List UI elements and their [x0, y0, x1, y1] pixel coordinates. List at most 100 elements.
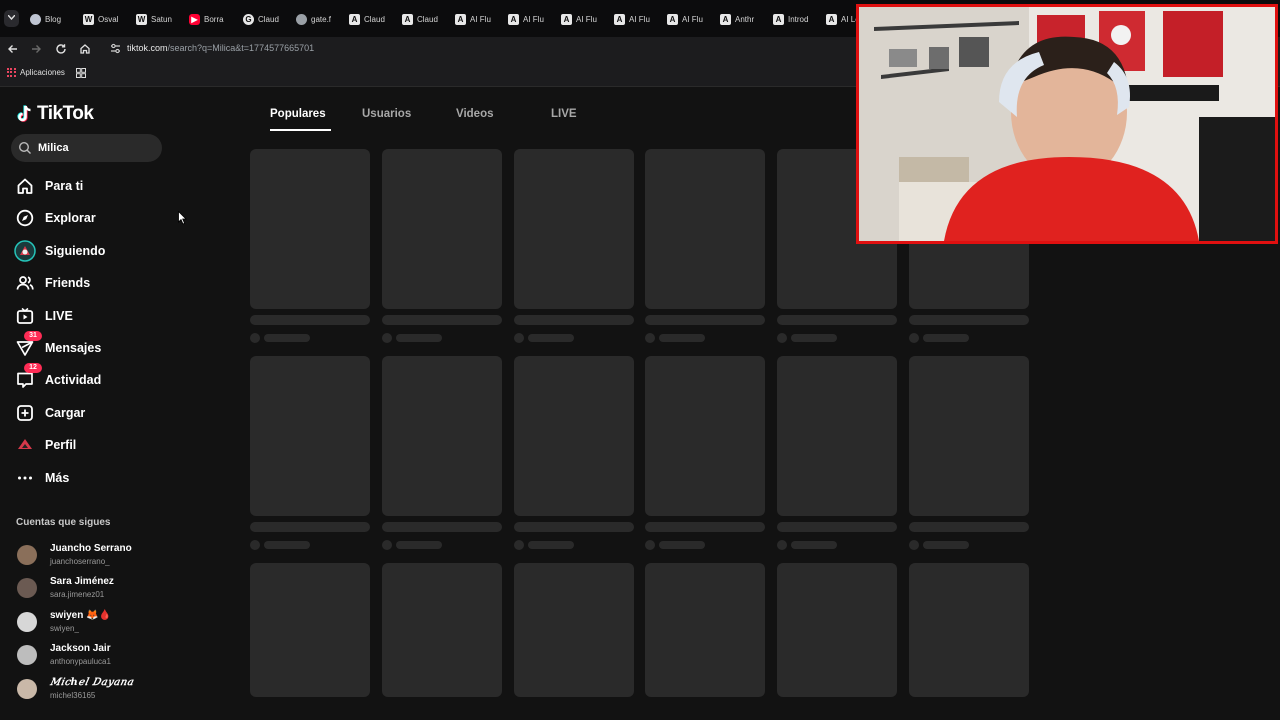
sidebar-item-live[interactable]: LIVE — [14, 303, 184, 329]
video-card-placeholder — [514, 356, 634, 516]
tab-videos[interactable]: Videos — [456, 108, 494, 120]
video-card-placeholder — [382, 149, 502, 309]
username-placeholder — [659, 334, 705, 342]
avatar — [17, 679, 37, 699]
followed-account[interactable]: Sara Jiménez sara.jimenez01 — [17, 576, 177, 606]
video-card-placeholder — [909, 356, 1029, 516]
browser-tab[interactable]: A AI Flu — [455, 11, 491, 27]
browser-tab-label: Claud — [364, 14, 385, 24]
mouse-cursor-icon — [178, 211, 187, 225]
browser-tab[interactable]: A AI Flu — [614, 11, 650, 27]
browser-tab-label: AI Flu — [523, 14, 544, 24]
anthropic-icon: A — [720, 13, 731, 25]
browser-tab-label: AI Flu — [682, 14, 703, 24]
anthropic-icon: A — [667, 13, 678, 25]
account-name: Juancho Serrano — [50, 543, 132, 554]
sidebar-item-cargar[interactable]: Cargar — [14, 400, 184, 426]
tiktok-logo-text: TikTok — [37, 103, 94, 124]
avatar — [17, 545, 37, 565]
search-icon — [18, 141, 31, 154]
username-placeholder — [659, 541, 705, 549]
video-card-placeholder — [514, 149, 634, 309]
username-placeholder — [264, 541, 310, 549]
followed-account[interactable]: Jackson Jair anthonypaulucа1 — [17, 643, 177, 673]
search-box[interactable] — [11, 134, 162, 162]
forward-button[interactable] — [29, 42, 43, 56]
sidebar-item-label: Cargar — [45, 406, 86, 420]
browser-tab[interactable]: W Osval — [83, 11, 118, 27]
reload-button[interactable] — [54, 42, 68, 56]
username-placeholder — [791, 541, 837, 549]
avatar-placeholder — [645, 540, 655, 550]
tab-groups-icon[interactable] — [76, 68, 86, 78]
sidebar-item-explorar[interactable]: Explorar — [14, 205, 184, 231]
upload-icon — [14, 402, 36, 424]
anthropic-icon: A — [349, 13, 360, 25]
browser-tab[interactable]: ▶ Borra — [189, 11, 224, 27]
caption-placeholder — [777, 522, 897, 532]
tab-live[interactable]: LIVE — [551, 108, 577, 120]
browser-tab-label: Claud — [417, 14, 438, 24]
bookmark-apps[interactable]: Aplicaciones — [7, 68, 65, 77]
browser-tab[interactable]: A Introd — [773, 11, 808, 27]
caption-placeholder — [777, 315, 897, 325]
browser-tab-label: AI Flu — [576, 14, 597, 24]
bookmark-apps-label: Aplicaciones — [20, 68, 65, 77]
home-icon — [80, 44, 90, 54]
browser-tab[interactable]: A AI Flu — [561, 11, 597, 27]
browser-tab[interactable]: G Claud — [243, 11, 279, 27]
caption-placeholder — [382, 315, 502, 325]
browser-tab[interactable]: A AI Le — [826, 11, 860, 27]
video-card-placeholder — [909, 563, 1029, 697]
sidebar-item-label: LIVE — [45, 309, 73, 323]
browser-tab[interactable]: A Claud — [349, 11, 385, 27]
site-settings-icon[interactable] — [110, 43, 121, 54]
sidebar-item-perfil[interactable]: Perfil — [14, 432, 184, 458]
sidebar-item-siguiendo[interactable]: Siguiendo — [14, 238, 184, 264]
tab-search-button[interactable] — [4, 10, 19, 27]
wikipedia-icon: W — [136, 13, 147, 25]
sidebar-item-para-ti[interactable]: Para ti — [14, 173, 184, 199]
address-bar[interactable]: tiktok.com/search?q=Milica&t=17745776657… — [104, 39, 864, 59]
compass-icon — [14, 207, 36, 229]
browser-tab[interactable]: gate.f — [296, 11, 331, 27]
username-placeholder — [791, 334, 837, 342]
browser-tab[interactable]: A Anthr — [720, 11, 754, 27]
following-section-title: Cuentas que sigues — [16, 517, 111, 528]
sidebar-item-m-s[interactable]: Más — [14, 465, 184, 491]
search-input[interactable] — [38, 140, 153, 156]
browser-tab-label: Borra — [204, 14, 224, 24]
home-button[interactable] — [78, 42, 92, 56]
browser-tab[interactable]: A AI Flu — [667, 11, 703, 27]
username-placeholder — [528, 541, 574, 549]
sidebar-item-label: Explorar — [45, 211, 96, 225]
sidebar-item-mensajes[interactable]: 31 Mensajes — [14, 331, 184, 361]
tiktok-logo[interactable]: TikTok — [16, 103, 94, 125]
account-name: swiyen 🦊🩸 — [50, 610, 112, 621]
browser-tab[interactable]: A Claud — [402, 11, 438, 27]
sidebar-item-friends[interactable]: Friends — [14, 270, 184, 296]
apps-grid-icon — [7, 68, 16, 77]
back-button[interactable] — [6, 42, 20, 56]
followed-account[interactable]: swiyen 🦊🩸 swiyen_ — [17, 610, 177, 640]
sidebar-item-label: Siguiendo — [45, 244, 106, 258]
url-path: /search?q=Milica&t=1774577665701 — [167, 43, 315, 53]
webcam-overlay — [856, 4, 1278, 244]
caption-placeholder — [645, 315, 765, 325]
video-card-placeholder — [777, 356, 897, 516]
browser-tab[interactable]: W Satun — [136, 11, 172, 27]
tab-populares[interactable]: Populares — [270, 108, 326, 120]
browser-tab-label: Satun — [151, 14, 172, 24]
followed-account[interactable]: Juancho Serrano juanchoserrano_ — [17, 543, 177, 573]
followed-account[interactable]: 𝑀𝑖𝑐ℎ𝑒𝑙 𝐷𝑎𝑦𝑎𝑛𝑎 michel36165 — [17, 677, 177, 707]
video-card-placeholder — [777, 563, 897, 697]
sidebar-item-actividad[interactable]: 12 Actividad — [14, 363, 184, 393]
browser-tab[interactable]: Blog — [30, 11, 61, 27]
video-card-placeholder — [250, 356, 370, 516]
avatar-placeholder — [777, 333, 787, 343]
caption-placeholder — [514, 315, 634, 325]
tab-usuarios[interactable]: Usuarios — [362, 108, 411, 120]
profile-avatar-icon — [14, 434, 36, 456]
browser-tab[interactable]: A AI Flu — [508, 11, 544, 27]
caption-placeholder — [514, 522, 634, 532]
